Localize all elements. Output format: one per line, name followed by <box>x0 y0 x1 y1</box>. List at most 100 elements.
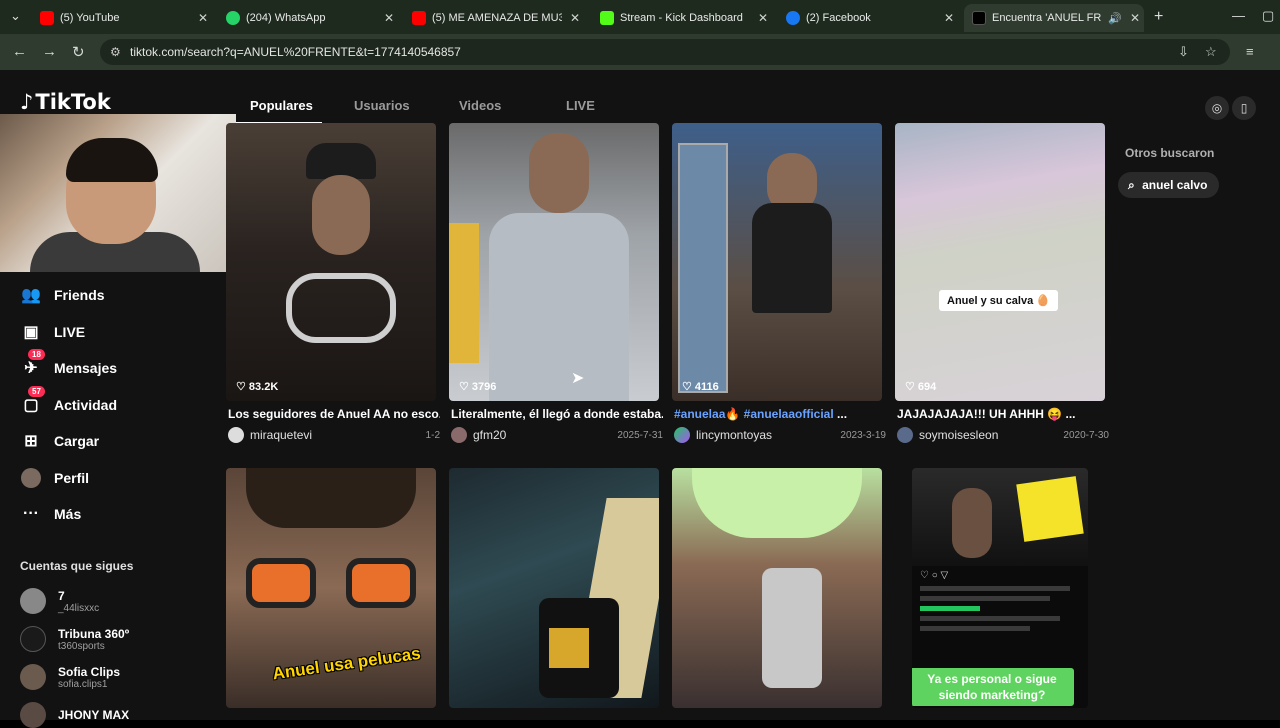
browser-tab-whatsapp[interactable]: (204) WhatsApp ✕ <box>218 4 398 32</box>
video-card[interactable]: ♡ 3796 <box>449 123 659 401</box>
browser-tab-facebook[interactable]: (2) Facebook ✕ <box>778 4 958 32</box>
sidebar-item-label: Cargar <box>54 433 100 449</box>
sidebar-item-friends[interactable]: 👥 Friends <box>20 284 105 306</box>
avatar <box>451 427 467 443</box>
browser-tab-youtube[interactable]: (5) YouTube ✕ <box>32 4 212 32</box>
video-caption[interactable]: Literalmente, él llegó a donde estaba... <box>451 407 663 421</box>
close-icon[interactable]: ✕ <box>758 11 768 25</box>
video-thumb-chain <box>286 273 396 343</box>
related-search-label: anuel calvo <box>1142 178 1208 192</box>
video-overlay-text: Anuel usa pelucas <box>271 643 422 684</box>
video-card[interactable]: ♡ 83.2K <box>226 123 436 401</box>
avatar <box>20 664 46 690</box>
video-card[interactable]: Anuel usa pelucas <box>226 468 436 708</box>
sidebar-item-perfil[interactable]: Perfil <box>20 467 89 489</box>
tab-videos[interactable]: Videos <box>459 98 501 113</box>
url-text: tiktok.com/search?q=ANUEL%20FRENTE&t=177… <box>130 45 461 59</box>
media-control-icon[interactable]: ≡ <box>1246 44 1254 59</box>
avatar <box>20 702 46 728</box>
video-caption[interactable]: Los seguidores de Anuel AA no esco... <box>228 407 440 421</box>
video-overlay-text: Ya es personal o sigue siendo marketing? <box>912 668 1074 706</box>
account-name: 7 <box>58 588 65 603</box>
install-icon[interactable]: ⇩ <box>1178 44 1189 60</box>
close-icon[interactable]: ✕ <box>570 11 580 25</box>
tiktok-logo[interactable]: ♪TikTok <box>20 90 111 114</box>
sidebar-item-mas[interactable]: ··· Más <box>20 503 81 525</box>
tab-title: (204) WhatsApp <box>246 12 326 24</box>
close-icon[interactable]: ✕ <box>384 11 394 25</box>
video-card[interactable]: Anuel y su calva 🥚 ♡ 694 <box>895 123 1105 401</box>
video-author-row[interactable]: lincymontoyas 2023-3-19 <box>674 427 886 443</box>
sidebar-item-cargar[interactable]: ⊞ Cargar <box>20 430 99 452</box>
video-caption[interactable]: #anuelaa🔥 #anuelaaofficial ... <box>674 407 886 421</box>
author-name: miraquetevi <box>250 428 313 442</box>
bookmark-star-icon[interactable]: ☆ <box>1205 44 1217 60</box>
maximize-icon[interactable]: ▢ <box>1262 8 1274 24</box>
caption-rest: ... <box>833 407 848 421</box>
tiktok-page: ♪TikTok Populares Usuarios Videos LIVE 👥… <box>0 70 1280 728</box>
tiktok-icon <box>972 11 986 25</box>
likes-count: ♡ 83.2K <box>236 381 279 393</box>
tab-search-icon[interactable]: ⌄ <box>10 8 21 24</box>
close-icon[interactable]: ✕ <box>944 11 954 25</box>
others-searched-title: Otros buscaron <box>1125 146 1215 160</box>
friends-icon: 👥 <box>21 287 41 304</box>
video-thumb-logo <box>549 628 589 668</box>
video-thumb-person <box>952 488 992 558</box>
reload-icon[interactable]: ↻ <box>72 43 85 61</box>
close-icon[interactable]: ✕ <box>198 11 208 25</box>
back-icon[interactable]: ← <box>12 43 27 60</box>
more-icon: ··· <box>23 505 39 522</box>
video-card[interactable]: ♡ ○ ▽ Ya es personal o sigue siendo mark… <box>912 468 1088 708</box>
youtube-icon <box>412 11 426 25</box>
webcam-person-hair <box>66 138 158 182</box>
video-thumb-yellow-wall <box>449 223 479 363</box>
compass-icon[interactable]: ◎ <box>1205 96 1229 120</box>
tab-live[interactable]: LIVE <box>566 98 595 113</box>
browser-tab-youtube-video[interactable]: (5) ME AMENAZA DE MU3RT ✕ <box>404 4 584 32</box>
tiktok-note-icon: ♪ <box>20 90 34 114</box>
related-search-chip[interactable]: ⌕ anuel calvo <box>1118 172 1220 198</box>
streamer-webcam <box>0 114 236 272</box>
browser-tab-tiktok[interactable]: Encuentra 'ANUEL FRENT 🔊 ✕ <box>964 4 1144 32</box>
minimize-icon[interactable]: — <box>1232 8 1245 23</box>
kick-icon <box>600 11 614 25</box>
video-caption[interactable]: JAJAJAJAJA!!! UH AHHH 😝 ... <box>897 407 1109 421</box>
whatsapp-icon <box>226 11 240 25</box>
tab-title: Encuentra 'ANUEL FRENT <box>992 12 1102 24</box>
video-card[interactable] <box>449 468 659 708</box>
sidebar-item-mensajes[interactable]: ✈ 18 Mensajes <box>20 349 118 379</box>
site-info-icon[interactable]: ⚙ <box>110 45 121 59</box>
close-icon[interactable]: ✕ <box>1130 11 1140 25</box>
speaker-icon[interactable]: 🔊 <box>1108 12 1122 25</box>
tab-title: (2) Facebook <box>806 12 871 24</box>
logo-text: TikTok <box>35 90 111 114</box>
video-thumb-left-lens <box>246 558 316 608</box>
video-card[interactable]: ♡ 4116 <box>672 123 882 401</box>
sidebar-item-actividad[interactable]: ▢ 57 Actividad <box>20 386 117 416</box>
following-account[interactable]: Sofia Clips sofia.clips1 <box>20 664 120 690</box>
likes-count: ♡ 4116 <box>682 381 719 393</box>
browser-tab-kick[interactable]: Stream - Kick Dashboard ✕ <box>592 4 772 32</box>
url-field[interactable]: ⚙ tiktok.com/search?q=ANUEL%20FRENTE&t=1… <box>100 39 1230 65</box>
video-author-row[interactable]: gfm20 2025-7-31 <box>451 427 663 443</box>
video-card[interactable] <box>672 468 882 708</box>
following-account[interactable]: Tribuna 360º t360sports <box>20 626 129 652</box>
device-icon[interactable]: ▯ <box>1232 96 1256 120</box>
forward-icon[interactable]: → <box>42 43 57 60</box>
video-thumb-cap <box>306 143 376 179</box>
account-name: Sofia Clips <box>58 664 121 679</box>
video-author-row[interactable]: soymoisesleon 2020-7-30 <box>897 427 1109 443</box>
tab-populares[interactable]: Populares <box>250 98 313 113</box>
sidebar-item-label: Mensajes <box>54 360 118 376</box>
likes-value: 694 <box>917 381 937 393</box>
sidebar-item-live[interactable]: ▣ LIVE <box>20 321 85 343</box>
profile-icon <box>20 467 42 489</box>
video-author-row[interactable]: miraquetevi 1-2 <box>228 427 440 443</box>
following-account[interactable]: JHONY MAX <box>20 702 129 728</box>
tab-usuarios[interactable]: Usuarios <box>354 98 410 113</box>
caption-hashtags[interactable]: #anuelaa🔥 #anuelaaofficial <box>674 407 834 421</box>
live-icon: ▣ <box>23 324 39 341</box>
new-tab-button[interactable]: + <box>1154 8 1163 26</box>
following-account[interactable]: 7 _44lisxxc <box>20 588 99 614</box>
